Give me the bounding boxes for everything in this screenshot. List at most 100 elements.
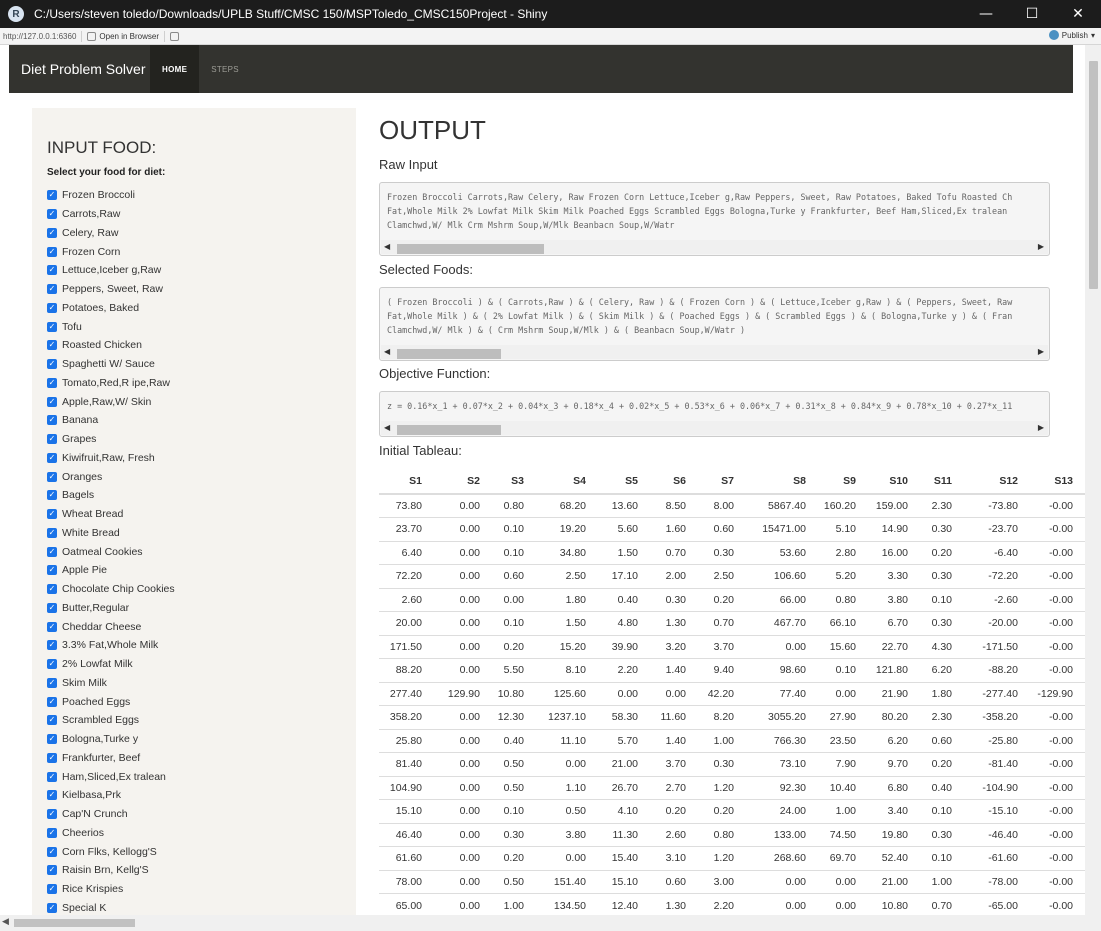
food-checkbox-item[interactable]: ✓ Frankfurter, Beef [47,749,175,768]
scroll-right-icon[interactable]: ▶ [1038,347,1044,356]
checkbox-checked-icon[interactable]: ✓ [47,715,57,726]
food-checkbox-item[interactable]: ✓ Apple,Raw,W/ Skin [47,392,175,411]
food-checkbox-item[interactable]: ✓ Banana [47,411,175,430]
checkbox-checked-icon[interactable]: ✓ [47,752,57,763]
checkbox-checked-icon[interactable]: ✓ [47,340,57,351]
scroll-thumb[interactable] [1089,61,1098,289]
publish-button[interactable]: Publish ▾ [1048,30,1095,40]
food-checkbox-item[interactable]: ✓ Special K [47,899,175,916]
scroll-thumb[interactable] [397,349,501,359]
food-checkbox-item[interactable]: ✓ Cap'N Crunch [47,805,175,824]
scroll-thumb[interactable] [14,919,135,927]
food-checkbox-item[interactable]: ✓ Grapes [47,430,175,449]
checkbox-checked-icon[interactable]: ✓ [47,790,57,801]
checkbox-checked-icon[interactable]: ✓ [47,771,57,782]
checkbox-checked-icon[interactable]: ✓ [47,621,57,632]
food-checkbox-item[interactable]: ✓ Skim Milk [47,674,175,693]
food-checkbox-item[interactable]: ✓ Cheerios [47,824,175,843]
food-checkbox-item[interactable]: ✓ Poached Eggs [47,692,175,711]
checkbox-checked-icon[interactable]: ✓ [47,377,57,388]
checkbox-checked-icon[interactable]: ✓ [47,190,57,201]
checkbox-checked-icon[interactable]: ✓ [47,359,57,370]
food-checkbox-item[interactable]: ✓ Scrambled Eggs [47,711,175,730]
food-checkbox-item[interactable]: ✓ White Bread [47,524,175,543]
checkbox-checked-icon[interactable]: ✓ [47,415,57,426]
food-checkbox-item[interactable]: ✓ Cheddar Cheese [47,617,175,636]
horizontal-scrollbar[interactable]: ◀ [0,915,1101,931]
food-checkbox-item[interactable]: ✓ Tomato,Red,R ipe,Raw [47,374,175,393]
checkbox-checked-icon[interactable]: ✓ [47,734,57,745]
food-checkbox-item[interactable]: ✓ Lettuce,Iceber g,Raw [47,261,175,280]
checkbox-checked-icon[interactable]: ✓ [47,677,57,688]
checkbox-checked-icon[interactable]: ✓ [47,452,57,463]
food-checkbox-item[interactable]: ✓ Apple Pie [47,561,175,580]
food-checkbox-item[interactable]: ✓ Chocolate Chip Cookies [47,580,175,599]
checkbox-checked-icon[interactable]: ✓ [47,809,57,820]
food-checkbox-item[interactable]: ✓ Butter,Regular [47,599,175,618]
food-checkbox-item[interactable]: ✓ Peppers, Sweet, Raw [47,280,175,299]
close-icon[interactable]: ✕ [1055,0,1101,28]
food-checkbox-item[interactable]: ✓ Potatoes, Baked [47,299,175,318]
checkbox-checked-icon[interactable]: ✓ [47,471,57,482]
checkbox-checked-icon[interactable]: ✓ [47,602,57,613]
food-checkbox-item[interactable]: ✓ 2% Lowfat Milk [47,655,175,674]
scroll-right-icon[interactable]: ▶ [1038,242,1044,251]
checkbox-checked-icon[interactable]: ✓ [47,509,57,520]
food-checkbox-item[interactable]: ✓ Spaghetti W/ Sauce [47,355,175,374]
checkbox-checked-icon[interactable]: ✓ [47,284,57,295]
checkbox-checked-icon[interactable]: ✓ [47,865,57,876]
checkbox-checked-icon[interactable]: ✓ [47,546,57,557]
food-checkbox-item[interactable]: ✓ Roasted Chicken [47,336,175,355]
checkbox-checked-icon[interactable]: ✓ [47,396,57,407]
food-checkbox-item[interactable]: ✓ Kiwifruit,Raw, Fresh [47,449,175,468]
selected-foods-scrollbar[interactable]: ◀ ▶ [381,345,1048,359]
food-checkbox-item[interactable]: ✓ Oranges [47,467,175,486]
checkbox-checked-icon[interactable]: ✓ [47,434,57,445]
checkbox-checked-icon[interactable]: ✓ [47,884,57,895]
maximize-icon[interactable]: ☐ [1009,0,1055,28]
raw-input-scrollbar[interactable]: ◀ ▶ [381,240,1048,254]
food-checkbox-item[interactable]: ✓ Corn Flks, Kellogg'S [47,842,175,861]
objective-scrollbar[interactable]: ◀ ▶ [381,421,1048,435]
food-checkbox-item[interactable]: ✓ Tofu [47,317,175,336]
food-checkbox-item[interactable]: ✓ Rice Krispies [47,880,175,899]
food-checkbox-item[interactable]: ✓ Oatmeal Cookies [47,542,175,561]
food-checkbox-item[interactable]: ✓ Bologna,Turke y [47,730,175,749]
food-checkbox-item[interactable]: ✓ Raisin Brn, Kellg'S [47,861,175,880]
food-checkbox-item[interactable]: ✓ Frozen Broccoli [47,186,175,205]
scroll-left-icon[interactable]: ◀ [2,917,9,927]
scroll-left-icon[interactable]: ◀ [384,423,390,432]
food-checkbox-item[interactable]: ✓ Kielbasa,Prk [47,786,175,805]
checkbox-checked-icon[interactable]: ✓ [47,696,57,707]
checkbox-checked-icon[interactable]: ✓ [47,246,57,257]
open-in-browser-button[interactable]: Open in Browser [87,31,159,41]
refresh-icon[interactable] [170,31,179,41]
checkbox-checked-icon[interactable]: ✓ [47,209,57,220]
minimize-icon[interactable]: — [963,0,1009,28]
food-checkbox-item[interactable]: ✓ 3.3% Fat,Whole Milk [47,636,175,655]
checkbox-checked-icon[interactable]: ✓ [47,565,57,576]
food-checkbox-item[interactable]: ✓ Wheat Bread [47,505,175,524]
checkbox-checked-icon[interactable]: ✓ [47,527,57,538]
checkbox-checked-icon[interactable]: ✓ [47,659,57,670]
food-checkbox-item[interactable]: ✓ Celery, Raw [47,224,175,243]
tab-home[interactable]: HOME [150,45,200,93]
food-checkbox-item[interactable]: ✓ Frozen Corn [47,242,175,261]
scroll-thumb[interactable] [397,244,544,254]
checkbox-checked-icon[interactable]: ✓ [47,490,57,501]
food-checkbox-item[interactable]: ✓ Carrots,Raw [47,205,175,224]
checkbox-checked-icon[interactable]: ✓ [47,265,57,276]
vertical-scrollbar[interactable] [1085,45,1101,915]
tab-steps[interactable]: STEPS [199,45,251,93]
scroll-right-icon[interactable]: ▶ [1038,423,1044,432]
checkbox-checked-icon[interactable]: ✓ [47,902,57,913]
checkbox-checked-icon[interactable]: ✓ [47,302,57,313]
checkbox-checked-icon[interactable]: ✓ [47,846,57,857]
checkbox-checked-icon[interactable]: ✓ [47,227,57,238]
checkbox-checked-icon[interactable]: ✓ [47,584,57,595]
checkbox-checked-icon[interactable]: ✓ [47,640,57,651]
scroll-left-icon[interactable]: ◀ [384,347,390,356]
scroll-thumb[interactable] [397,425,501,435]
food-checkbox-item[interactable]: ✓ Ham,Sliced,Ex tralean [47,767,175,786]
checkbox-checked-icon[interactable]: ✓ [47,321,57,332]
